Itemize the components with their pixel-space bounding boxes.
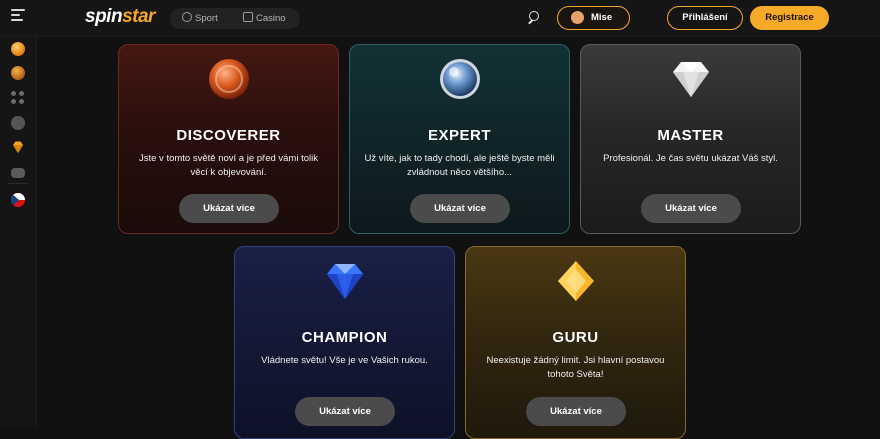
mise-button[interactable]: Mise bbox=[557, 6, 630, 30]
white-diamond-icon bbox=[672, 62, 709, 97]
level-title: DISCOVERER bbox=[176, 127, 281, 144]
settings-icon[interactable] bbox=[11, 116, 25, 130]
show-more-button[interactable]: Ukázat více bbox=[641, 194, 741, 223]
level-title: MASTER bbox=[657, 127, 724, 144]
nav-casino[interactable]: Casino bbox=[243, 8, 286, 29]
copper-coin-icon bbox=[208, 59, 249, 99]
show-more-button[interactable]: Ukázat více bbox=[526, 397, 626, 426]
level-title: GURU bbox=[552, 329, 599, 346]
diamond-icon[interactable] bbox=[11, 140, 25, 154]
level-card-discoverer: DISCOVERER Jste v tomto světě noví a je … bbox=[118, 44, 339, 234]
show-more-button[interactable]: Ukázat více bbox=[179, 194, 279, 223]
mise-label: Mise bbox=[591, 12, 613, 23]
levels-section: DISCOVERER Jste v tomto světě noví a je … bbox=[38, 38, 880, 439]
search-icon[interactable] bbox=[527, 11, 541, 25]
show-more-button[interactable]: Ukázat více bbox=[295, 397, 395, 426]
login-button[interactable]: Přihlášení bbox=[667, 6, 743, 30]
level-card-champion: CHAMPION Vládnete světu! Vše je ve Vašic… bbox=[234, 246, 455, 439]
cookie-icon[interactable] bbox=[11, 66, 25, 80]
hand-icon bbox=[571, 11, 584, 24]
nav-casino-label: Casino bbox=[256, 13, 286, 24]
register-button[interactable]: Registrace bbox=[750, 6, 829, 30]
level-card-guru: GURU Neexistuje žádný limit. Jsi hlavní … bbox=[465, 246, 686, 439]
casino-chip-icon bbox=[243, 12, 253, 22]
soccer-ball-icon bbox=[182, 12, 192, 22]
level-description: Už víte, jak to tady chodí, ale ještě by… bbox=[364, 153, 555, 178]
hamburger-menu-icon[interactable] bbox=[11, 9, 25, 23]
grid-dots-icon[interactable] bbox=[11, 91, 25, 105]
level-card-expert: EXPERT Už víte, jak to tady chodí, ale j… bbox=[349, 44, 570, 234]
nav-sport-label: Sport bbox=[195, 13, 218, 24]
level-title: CHAMPION bbox=[301, 329, 388, 346]
chat-icon[interactable] bbox=[11, 168, 25, 178]
czech-flag-icon[interactable] bbox=[11, 193, 25, 207]
top-bar: spinstar Sport Casino Mise Přihlášení Re… bbox=[0, 0, 880, 37]
level-title: EXPERT bbox=[427, 127, 491, 144]
blue-orb-icon bbox=[439, 59, 480, 99]
blue-diamond-icon bbox=[326, 264, 363, 299]
level-description: Neexistuje žádný limit. Jsi hlavní posta… bbox=[486, 355, 665, 380]
show-more-button[interactable]: Ukázat více bbox=[410, 194, 510, 223]
top-nav: Sport Casino bbox=[170, 8, 300, 29]
coin-icon[interactable] bbox=[11, 42, 25, 56]
level-description: Profesionál. Je čas světu ukázat Váš sty… bbox=[603, 153, 778, 164]
level-card-master: MASTER Profesionál. Je čas světu ukázat … bbox=[580, 44, 801, 234]
nav-sport[interactable]: Sport bbox=[182, 8, 218, 29]
level-description: Jste v tomto světě noví a je před vámi t… bbox=[139, 153, 318, 178]
sidebar bbox=[0, 37, 37, 427]
gold-gem-icon bbox=[557, 261, 594, 301]
level-description: Vládnete světu! Vše je ve Vašich rukou. bbox=[261, 355, 428, 366]
spinstar-logo[interactable]: spinstar bbox=[85, 6, 155, 28]
